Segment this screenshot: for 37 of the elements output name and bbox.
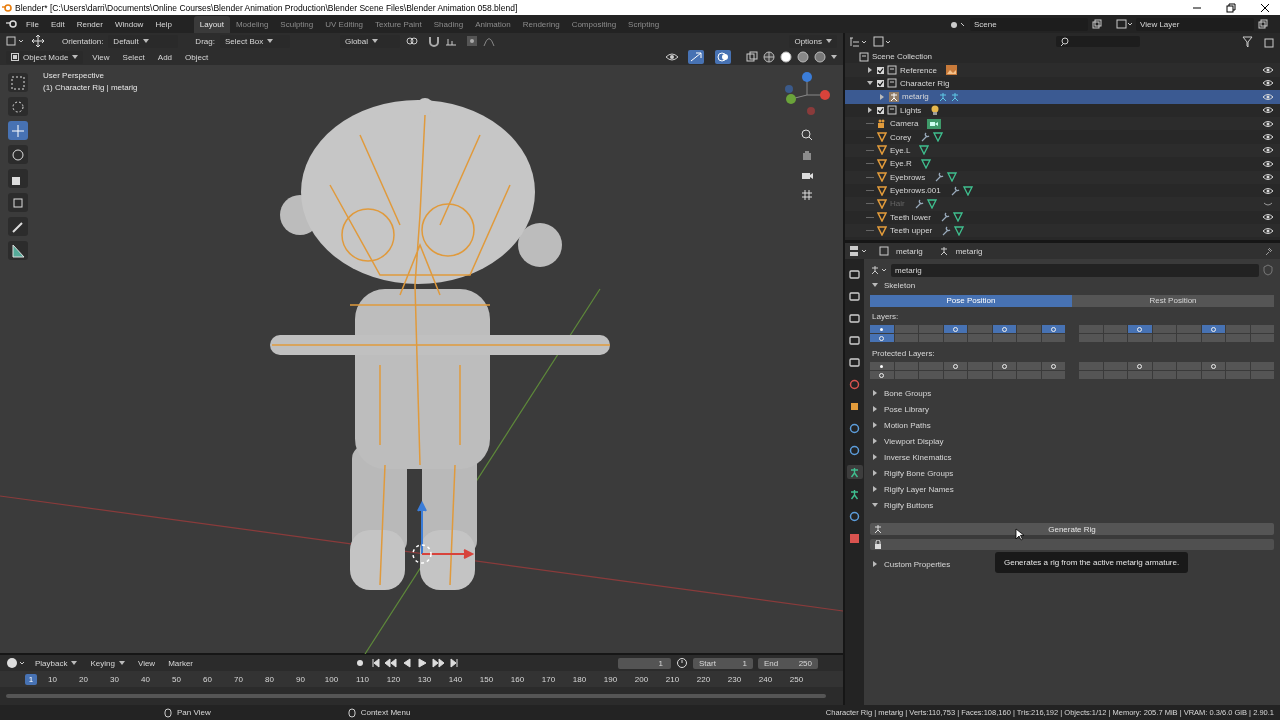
frame-tick-label: 210 [664,674,681,684]
tooltip: Generates a rig from the active metarig armature. [995,552,1189,573]
layers-label: Layers: [871,311,900,323]
frame-tick-label: 190 [602,674,619,684]
frame-tick-label: 220 [695,674,712,684]
frame-tick-label: 70 [233,674,244,684]
frame-tick-label: 130 [416,674,433,684]
frame-tick-label: 50 [171,674,182,684]
view-name: User Perspective [43,71,105,80]
data-name: metarig [955,246,983,256]
status-hint: Context Menu [360,708,411,717]
frame-tick-label: 120 [385,674,402,684]
frame-tick-label: 150 [478,674,495,684]
window-title: Blender* [C:\Users\darri\Documents\Online Courses\Blender Animation Production\Blender Scene Files\Blender Animation 058.blend] [15,2,518,13]
frame-tick-label: 170 [540,674,557,684]
frame-tick-label: 140 [447,674,464,684]
frame-tick-label: 250 [788,674,805,684]
frame-tick-label: 60 [202,674,213,684]
frame-tick-label: 10 [47,674,58,684]
frame-tick-label: 110 [355,674,370,684]
protected-layers-label: Protected Layers: [871,348,936,360]
frame-tick-label: 80 [264,674,275,684]
frame-tick-label: 200 [633,674,650,684]
frame-tick-label: 20 [78,674,89,684]
frame-tick-label: 40 [140,674,151,684]
object-name: metarig [896,246,923,256]
orientation-label: Orientation: [61,36,104,46]
frame-tick-label: 240 [757,674,774,684]
frame-tick-label: 100 [323,674,340,684]
drag-label: Drag: [194,36,215,46]
frame-tick-label: 180 [571,674,588,684]
frame-tick-label: 30 [109,674,120,684]
frame-tick-label: 90 [295,674,306,684]
frame-tick-label: 160 [509,674,526,684]
status-hint: Pan View [177,708,211,717]
object-info: (1) Character Rig | metarig [43,83,138,92]
frame-tick-label: 230 [726,674,743,684]
